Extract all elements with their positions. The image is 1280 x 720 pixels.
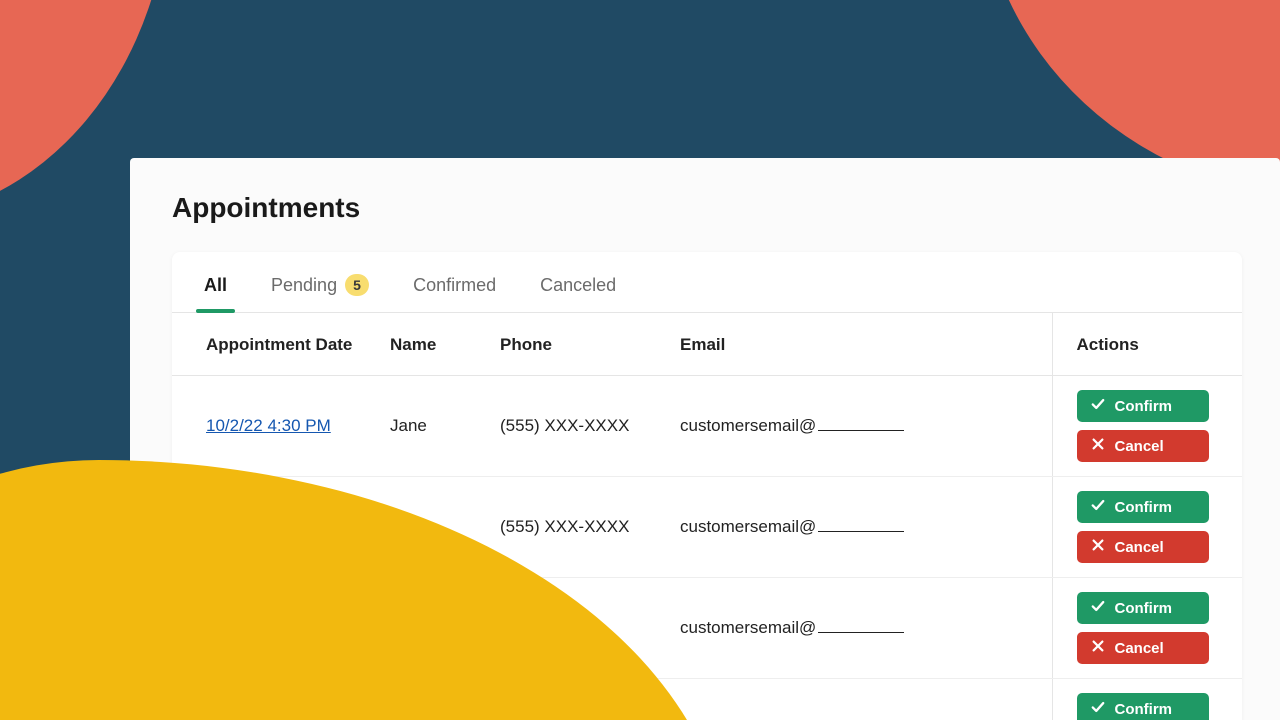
pending-count-badge: 5: [345, 274, 369, 296]
email-blank-line: [818, 632, 904, 633]
tab-pending-label: Pending: [271, 275, 337, 296]
check-icon: [1091, 498, 1105, 516]
cancel-button-label: Cancel: [1115, 438, 1164, 455]
email-blank-line: [818, 430, 904, 431]
cell-email: customersemail@: [662, 578, 1052, 679]
confirm-button[interactable]: Confirm: [1077, 491, 1209, 523]
cell-name: Jane: [372, 376, 482, 477]
confirm-button-label: Confirm: [1115, 600, 1173, 617]
cell-email-text: customersemail@: [680, 517, 816, 536]
email-blank-line: [818, 531, 904, 532]
close-icon: [1091, 538, 1105, 556]
check-icon: [1091, 700, 1105, 718]
cancel-button-label: Cancel: [1115, 640, 1164, 657]
tab-all-label: All: [204, 275, 227, 296]
cancel-button[interactable]: Cancel: [1077, 531, 1209, 563]
cell-email: customersemail@: [662, 477, 1052, 578]
cell-phone: (555) XXX-XXXX: [482, 376, 662, 477]
appointment-date-link[interactable]: 10/2/22 4:30 PM: [206, 416, 331, 435]
cancel-button[interactable]: Cancel: [1077, 430, 1209, 462]
table-header-row: Appointment Date Name Phone Email Action…: [172, 313, 1242, 376]
confirm-button[interactable]: Confirm: [1077, 592, 1209, 624]
col-header-name: Name: [372, 313, 482, 376]
confirm-button-label: Confirm: [1115, 499, 1173, 516]
col-header-actions: Actions: [1052, 313, 1242, 376]
tabs: All Pending 5 Confirmed Canceled: [172, 252, 1242, 313]
col-header-email: Email: [662, 313, 1052, 376]
cell-email-text: customersemail@: [680, 618, 816, 637]
tab-pending[interactable]: Pending 5: [269, 266, 371, 312]
cell-email: customersemail@: [662, 376, 1052, 477]
col-header-phone: Phone: [482, 313, 662, 376]
cell-email: [662, 679, 1052, 720]
cancel-button-label: Cancel: [1115, 539, 1164, 556]
tab-confirmed[interactable]: Confirmed: [411, 267, 498, 312]
check-icon: [1091, 599, 1105, 617]
tab-canceled[interactable]: Canceled: [538, 267, 618, 312]
close-icon: [1091, 437, 1105, 455]
tab-all[interactable]: All: [202, 267, 229, 312]
confirm-button[interactable]: Confirm: [1077, 693, 1209, 720]
tab-confirmed-label: Confirmed: [413, 275, 496, 296]
confirm-button-label: Confirm: [1115, 701, 1173, 718]
confirm-button-label: Confirm: [1115, 398, 1173, 415]
tab-canceled-label: Canceled: [540, 275, 616, 296]
cell-email-text: customersemail@: [680, 416, 816, 435]
confirm-button[interactable]: Confirm: [1077, 390, 1209, 422]
table-row: 10/2/22 4:30 PM Jane(555) XXX-XXXX custome…: [172, 376, 1242, 477]
page-title: Appointments: [172, 192, 1242, 224]
cancel-button[interactable]: Cancel: [1077, 632, 1209, 664]
col-header-date: Appointment Date: [172, 313, 372, 376]
check-icon: [1091, 397, 1105, 415]
close-icon: [1091, 639, 1105, 657]
